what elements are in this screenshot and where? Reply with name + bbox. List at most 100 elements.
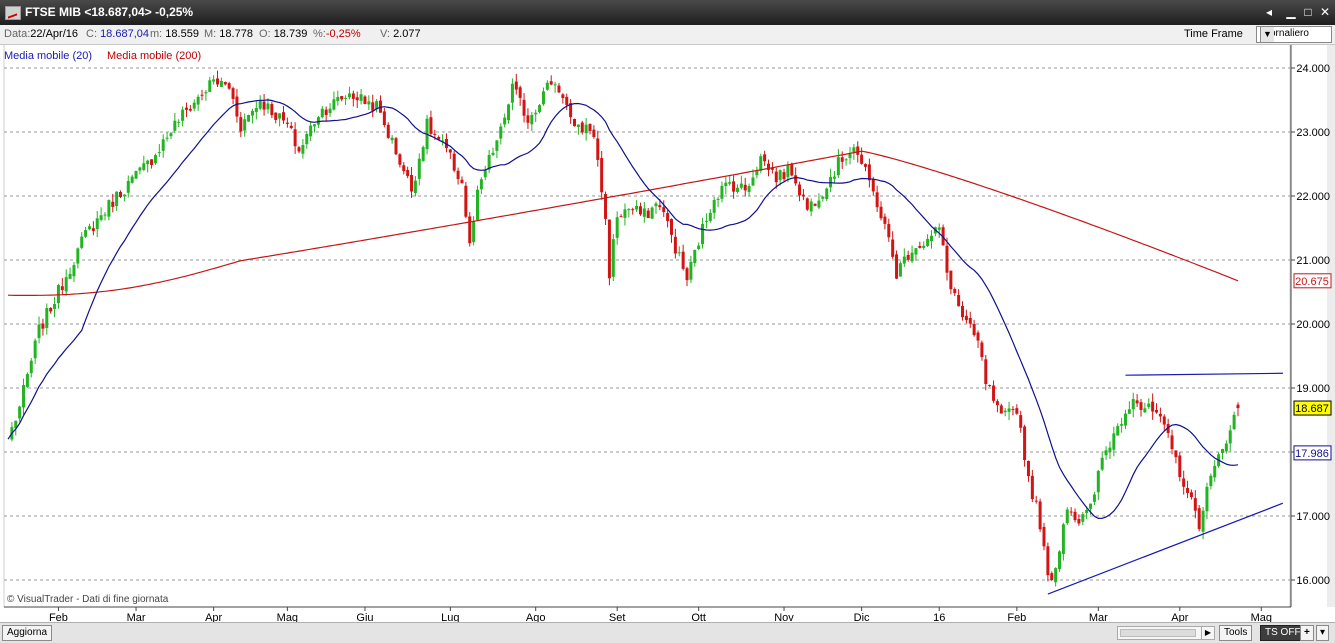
candle-body <box>677 252 681 254</box>
candle-body <box>984 359 988 385</box>
timeframe-select[interactable]: Giornaliero ▼ <box>1256 26 1332 43</box>
price-value-label: 18.687 <box>1295 403 1329 415</box>
date-readout: Data:22/Apr/16 <box>4 28 78 40</box>
candle-body <box>157 152 161 154</box>
candle-body <box>1065 509 1069 524</box>
candle-body <box>728 182 732 184</box>
candle-body <box>503 117 507 125</box>
scroll-right-icon[interactable]: ▶ <box>1201 627 1214 639</box>
candle-body <box>328 108 332 114</box>
y-tick-label: 24.000 <box>1296 63 1330 75</box>
candle-body <box>231 88 235 99</box>
candle-body <box>891 239 895 257</box>
candle-body <box>642 208 646 217</box>
candle-body <box>18 406 22 419</box>
window-titlebar: FTSE MIB <18.687,04> -0,25% ◂ ▁ □ ✕ <box>0 0 1335 25</box>
candle-body <box>530 115 534 125</box>
candle-body <box>1112 433 1116 450</box>
price-chart[interactable]: 16.00017.00018.00019.00020.00021.00022.0… <box>0 0 1335 642</box>
candle-body <box>1147 403 1151 408</box>
candle-body <box>631 209 635 211</box>
ma200-value-label: 20.675 <box>1295 276 1329 288</box>
minimize-icon[interactable]: ▁ <box>1284 5 1298 19</box>
candle-body <box>964 315 968 321</box>
candle-body <box>138 167 142 171</box>
candle-body <box>250 110 254 116</box>
candle-body <box>673 236 677 254</box>
candle-body <box>611 239 615 277</box>
maximize-icon[interactable]: □ <box>1301 5 1315 19</box>
candle-body <box>281 112 285 121</box>
candle-body <box>386 124 390 138</box>
candle-body <box>53 303 57 309</box>
add-button[interactable]: + <box>1300 625 1314 641</box>
candle-body <box>398 154 402 165</box>
candle-body <box>592 129 596 138</box>
candle-body <box>1162 416 1166 425</box>
candle-body <box>301 145 305 154</box>
candle-body <box>526 115 530 123</box>
candle-body <box>627 209 631 211</box>
candle-body <box>1003 410 1007 413</box>
candle-body <box>235 96 239 117</box>
refresh-button[interactable]: Aggiorna <box>2 625 53 641</box>
chart-scrollbar[interactable]: ▶ <box>1117 626 1215 640</box>
window-title: FTSE MIB <18.687,04> -0,25% <box>25 5 194 19</box>
candle-body <box>1170 435 1174 450</box>
candle-body <box>716 198 720 200</box>
candle-body <box>305 133 309 145</box>
ts-off-button[interactable]: TS OFF <box>1260 625 1306 641</box>
candle-body <box>340 96 344 100</box>
candle-body <box>1092 494 1096 502</box>
candle-body <box>701 223 705 245</box>
candle-body <box>1069 511 1073 513</box>
candle-body <box>146 160 150 165</box>
candle-body <box>825 188 829 200</box>
candle-body <box>518 87 522 98</box>
candle-body <box>596 138 600 160</box>
candle-body <box>37 324 41 339</box>
candle-body <box>320 108 324 118</box>
candle-body <box>25 374 29 387</box>
candle-body <box>448 149 452 153</box>
candle-body <box>91 228 95 231</box>
candle-body <box>49 307 53 312</box>
candle-body <box>212 79 216 82</box>
candle-body <box>918 245 922 248</box>
candle-body <box>1034 500 1038 502</box>
candle-body <box>510 83 514 103</box>
candle-body <box>607 219 611 279</box>
candle-body <box>1236 404 1240 409</box>
candle-body <box>29 360 33 374</box>
candle-body <box>507 104 511 121</box>
candle-body <box>479 179 483 190</box>
candle-body <box>514 81 518 90</box>
candle-body <box>332 99 336 110</box>
candle-body <box>278 113 282 119</box>
candle-body <box>1228 430 1232 444</box>
back-icon[interactable]: ◂ <box>1262 5 1276 19</box>
menu-arrow-icon[interactable]: ▾ <box>1316 625 1330 641</box>
candle-body <box>417 158 421 179</box>
candle-body <box>491 152 495 155</box>
candle-body <box>871 179 875 192</box>
candle-body <box>580 122 584 133</box>
candle-body <box>394 138 398 155</box>
dropdown-arrow-icon[interactable]: ▼ <box>1260 27 1274 42</box>
candle-body <box>119 191 123 197</box>
close-icon[interactable]: ✕ <box>1318 5 1332 19</box>
candle-body <box>1186 488 1190 493</box>
candle-body <box>99 215 103 220</box>
candle-body <box>1038 501 1042 530</box>
candle-body <box>681 251 685 269</box>
candle-body <box>980 342 984 358</box>
candle-body <box>937 227 941 230</box>
candle-body <box>704 220 708 222</box>
scrollbar-thumb[interactable] <box>1120 629 1196 637</box>
candle-body <box>1096 470 1100 493</box>
candle-body <box>976 332 980 341</box>
tools-button[interactable]: Tools <box>1219 625 1253 641</box>
candle-body <box>949 270 953 290</box>
candle-body <box>836 157 840 176</box>
candle-body <box>219 80 223 87</box>
